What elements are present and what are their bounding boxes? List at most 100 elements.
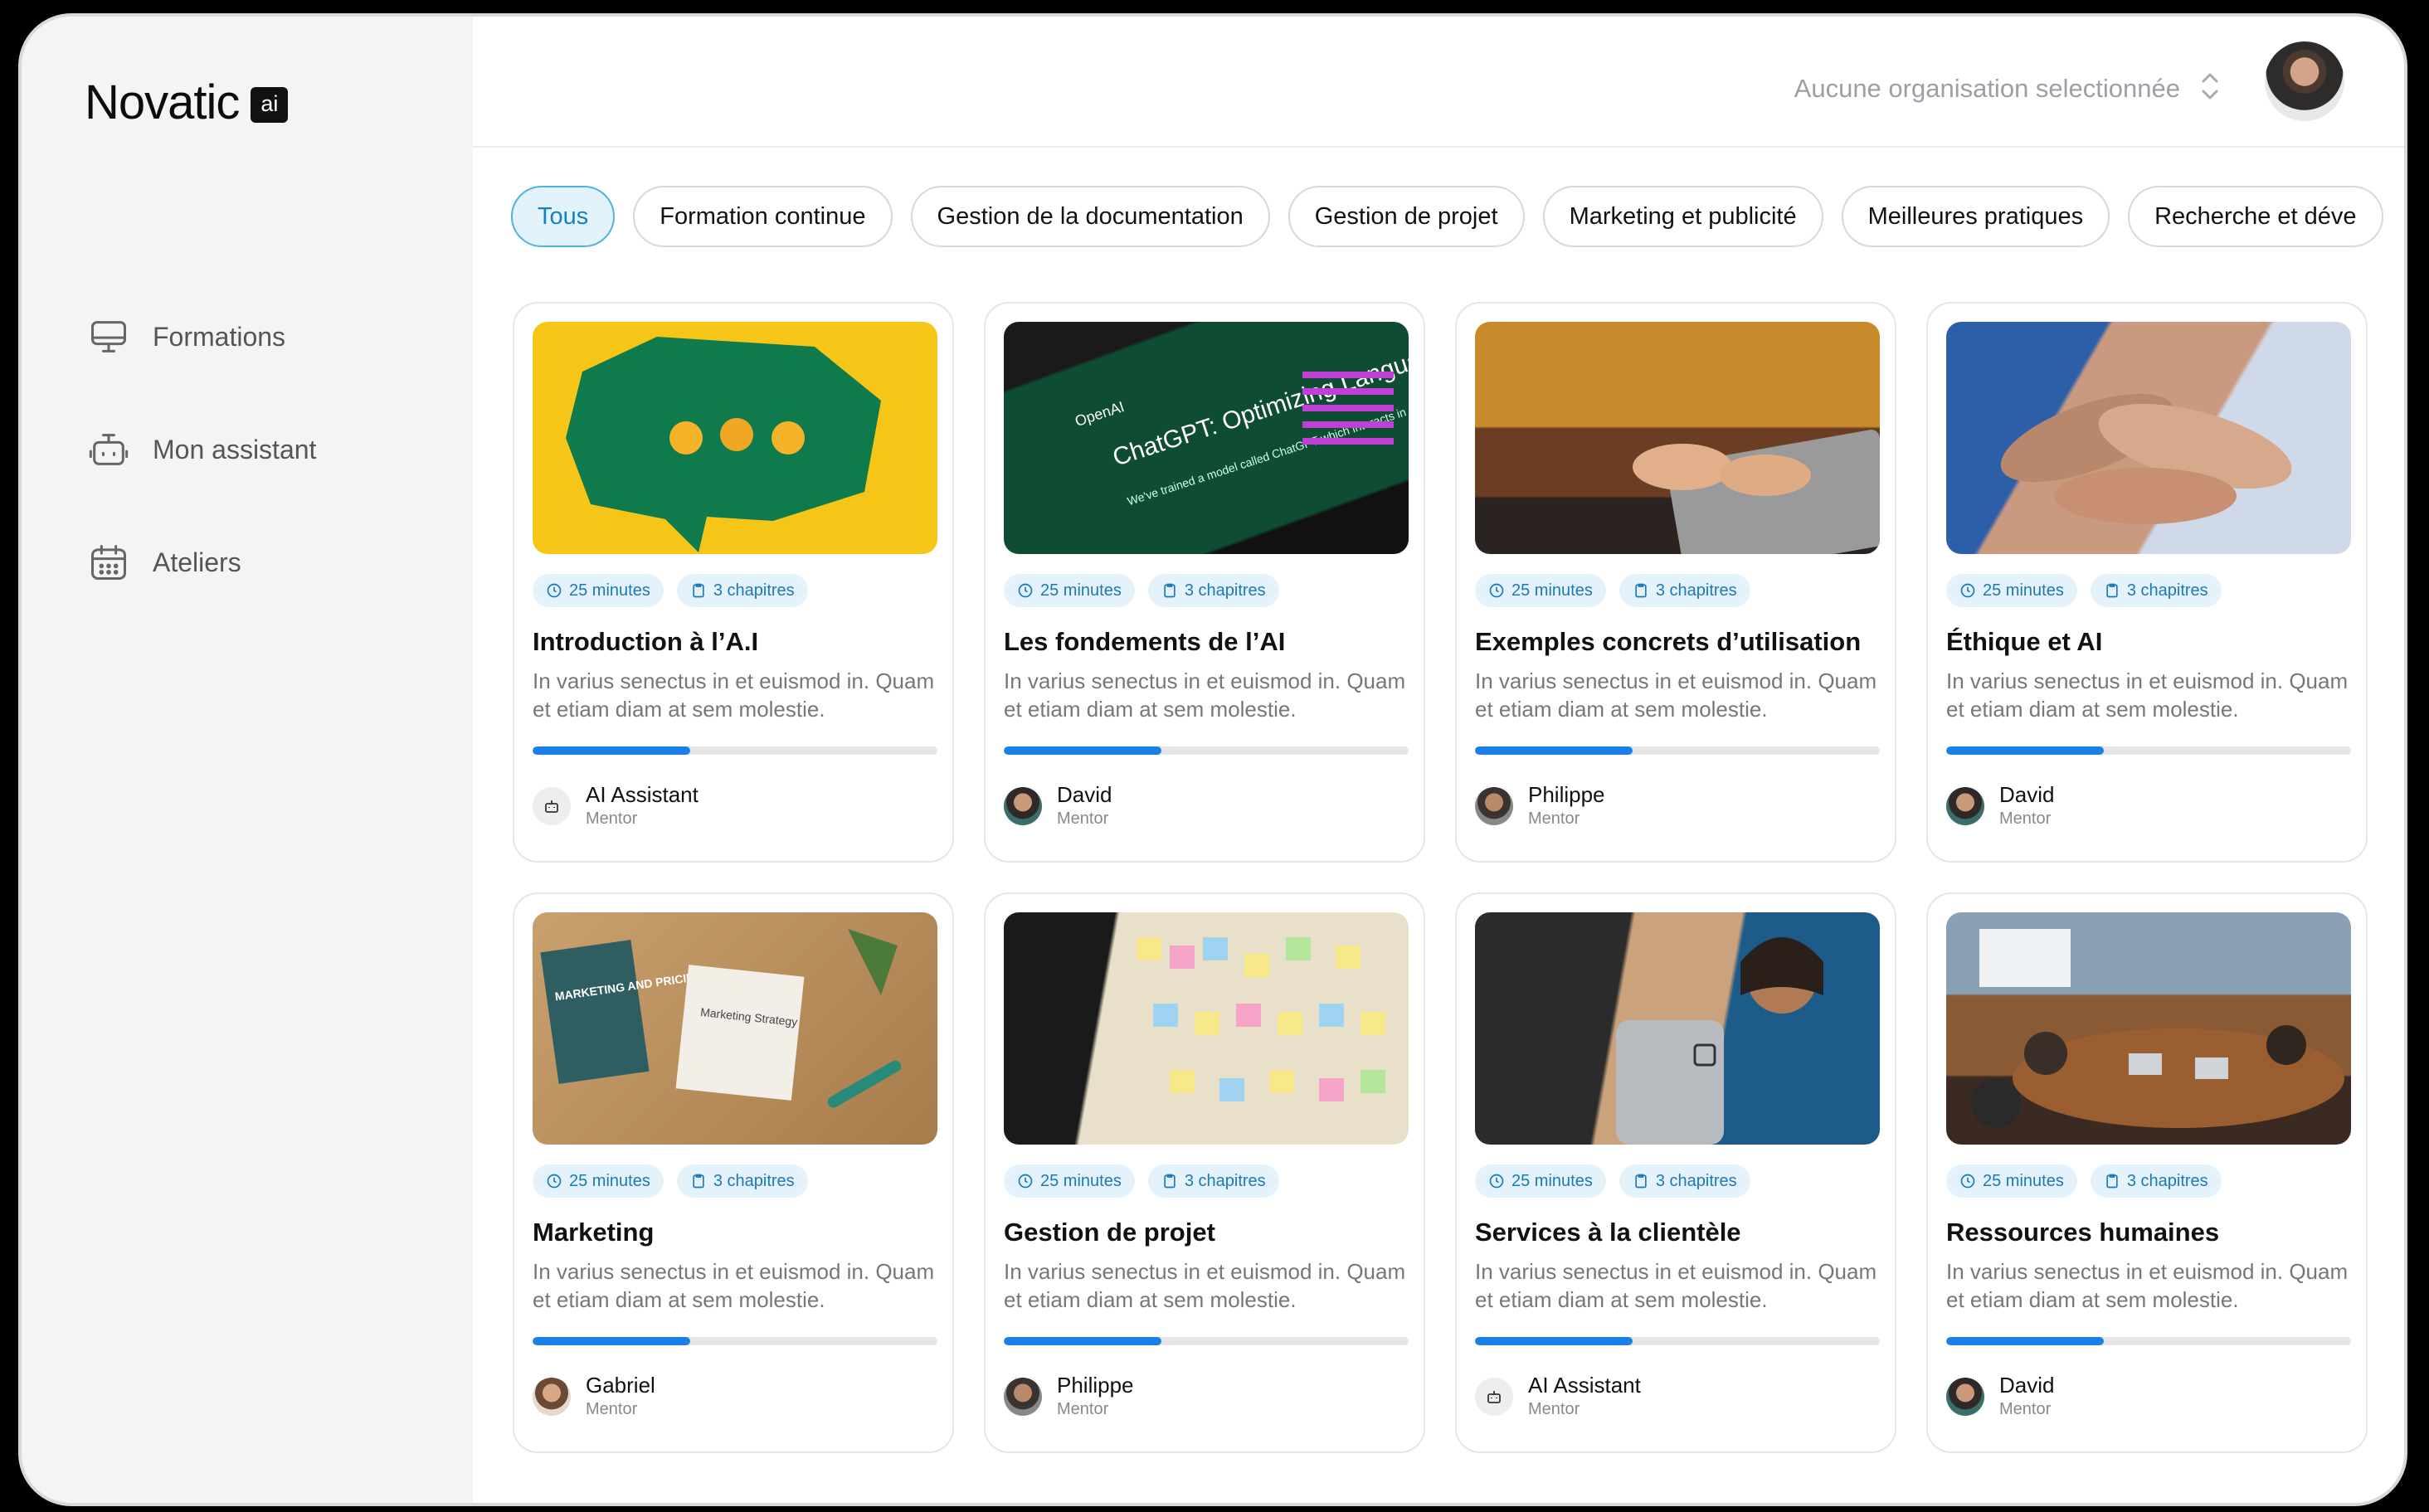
course-progress-bar (1946, 1337, 2351, 1345)
course-card[interactable]: 25 minutes 3 chapitres Services à la cli… (1455, 892, 1896, 1453)
sidebar-item-formations[interactable]: Formations (86, 280, 316, 393)
sidebar-item-ateliers[interactable]: Ateliers (86, 506, 316, 619)
duration-tag: 25 minutes (1946, 1164, 2077, 1198)
chip-formation-continue[interactable]: Formation continue (633, 186, 893, 247)
course-card[interactable]: 25 minutes 3 chapitres Éthique et AI In … (1926, 302, 2368, 863)
mentor-avatar (1946, 1377, 1984, 1416)
mentor-role: Mentor (1528, 809, 1580, 828)
course-thumbnail (1946, 912, 2351, 1145)
course-card[interactable]: 25 minutes 3 chapitres Exemples concrets… (1455, 302, 1896, 863)
chip-gestion-projet[interactable]: Gestion de projet (1288, 186, 1525, 247)
progress-fill (533, 746, 691, 755)
course-title: Éthique et AI (1946, 627, 2103, 656)
sidebar-item-mon-assistant[interactable]: Mon assistant (86, 393, 316, 506)
chip-meilleures-pratiques[interactable]: Meilleures pratiques (1841, 186, 2110, 247)
course-thumbnail (1946, 322, 2351, 554)
mentor-role: Mentor (1528, 1400, 1580, 1418)
mentor-role: Mentor (1999, 809, 2052, 828)
course-description: In varius senectus in et euismod in. Qua… (1004, 668, 1406, 722)
mentor-name: David (1057, 782, 1112, 807)
chip-tous[interactable]: Tous (511, 186, 616, 247)
clipboard-icon (1164, 1174, 1176, 1189)
course-description: In varius senectus in et euismod in. Qua… (1475, 1259, 1877, 1312)
progress-fill (1475, 1337, 1633, 1345)
clipboard-icon (1635, 1174, 1647, 1189)
course-progress-bar (533, 746, 937, 755)
clock-icon (1018, 583, 1033, 598)
course-title: Marketing (533, 1218, 655, 1247)
monitor-icon (86, 314, 131, 359)
mentor-role: Mentor (1057, 809, 1109, 828)
chip-marketing-publicite[interactable]: Marketing et publicité (1542, 186, 1823, 247)
chapters-tag: 3 chapitres (676, 1164, 808, 1198)
sidebar: Novatic ai Formations Mon assistant Atel… (22, 17, 473, 1503)
mentor-name: Philippe (1057, 1373, 1134, 1398)
duration-tag: 25 minutes (1946, 574, 2077, 607)
sidebar-item-label: Formations (153, 321, 286, 352)
progress-fill (1946, 1337, 2105, 1345)
course-card[interactable]: OpenAI ChatGPT: Optimizing Language Mode… (984, 302, 1425, 863)
chapters-tag: 3 chapitres (1619, 1164, 1750, 1198)
mentor-info: David Mentor (1004, 783, 1405, 829)
course-description: In varius senectus in et euismod in. Qua… (533, 668, 935, 722)
calendar-icon (86, 540, 131, 585)
course-card[interactable]: 25 minutes 3 chapitres Ressources humain… (1926, 892, 2368, 1453)
organisation-select-value: Aucune organisation selectionnée (1794, 73, 2180, 103)
progress-fill (1946, 746, 2105, 755)
chip-recherche-developpement[interactable]: Recherche et déve (2128, 186, 2383, 247)
mentor-avatar (1004, 786, 1042, 825)
sidebar-item-label: Mon assistant (153, 434, 317, 464)
course-card[interactable]: 25 minutes 3 chapitres Gestion de projet… (984, 892, 1425, 1453)
course-description: In varius senectus in et euismod in. Qua… (533, 1259, 935, 1312)
clock-icon (547, 583, 562, 598)
mentor-role: Mentor (586, 1400, 638, 1418)
robot-icon (86, 427, 131, 472)
chapters-tag: 3 chapitres (2090, 1164, 2222, 1198)
mentor-avatar (533, 1377, 571, 1416)
clipboard-icon (1635, 583, 1647, 598)
clipboard-icon (693, 1174, 704, 1189)
openai-logo-text: OpenAI (1073, 398, 1126, 430)
app-window: Novatic ai Formations Mon assistant Atel… (18, 13, 2407, 1506)
course-thumbnail: OpenAI ChatGPT: Optimizing Language Mode… (1004, 322, 1409, 554)
logo[interactable]: Novatic ai (85, 75, 289, 130)
course-description: In varius senectus in et euismod in. Qua… (1946, 668, 2349, 722)
chapters-tag: 3 chapitres (1619, 574, 1750, 607)
mentor-role: Mentor (1057, 1400, 1109, 1418)
mentor-info: Philippe Mentor (1004, 1373, 1405, 1419)
course-title: Introduction à l’A.I (533, 627, 759, 656)
course-description: In varius senectus in et euismod in. Qua… (1475, 668, 1877, 722)
course-progress-bar (1004, 1337, 1409, 1345)
top-header: Aucune organisation selectionnée (473, 17, 2404, 148)
mentor-info: Philippe Mentor (1475, 783, 1877, 829)
chip-gestion-documentation[interactable]: Gestion de la documentation (910, 186, 1270, 247)
progress-fill (1004, 1337, 1162, 1345)
course-card[interactable]: 25 minutes 3 chapitres Introduction à l’… (513, 302, 954, 863)
course-title: Exemples concrets d’utilisation (1475, 627, 1862, 656)
course-progress-bar (1475, 1337, 1880, 1345)
course-thumbnail: MARKETING AND PRICING Marketing Strategy (533, 912, 937, 1145)
mentor-name: Gabriel (586, 1373, 655, 1398)
user-avatar[interactable] (2265, 41, 2344, 121)
duration-tag: 25 minutes (1475, 574, 1606, 607)
course-card[interactable]: MARKETING AND PRICING Marketing Strategy… (513, 892, 954, 1453)
clipboard-icon (2106, 583, 2118, 598)
mentor-name: AI Assistant (586, 782, 699, 807)
robot-icon (533, 786, 571, 825)
course-description: In varius senectus in et euismod in. Qua… (1004, 1259, 1406, 1312)
mentor-avatar (1004, 1377, 1042, 1416)
progress-fill (1004, 746, 1162, 755)
sidebar-nav: Formations Mon assistant Ateliers (86, 280, 316, 619)
course-progress-bar (1004, 746, 1409, 755)
organisation-select[interactable]: Aucune organisation selectionnée (1794, 70, 2222, 107)
progress-fill (533, 1337, 691, 1345)
mentor-name: David (1999, 782, 2055, 807)
chapters-tag: 3 chapitres (1147, 1164, 1279, 1198)
chapters-tag: 3 chapitres (1147, 574, 1279, 607)
chapters-tag: 3 chapitres (2090, 574, 2222, 607)
chapters-tag: 3 chapitres (676, 574, 808, 607)
course-description: In varius senectus in et euismod in. Qua… (1946, 1259, 2349, 1312)
duration-tag: 25 minutes (1475, 1164, 1606, 1198)
mentor-name: AI Assistant (1528, 1373, 1641, 1398)
clipboard-icon (2106, 1174, 2118, 1189)
